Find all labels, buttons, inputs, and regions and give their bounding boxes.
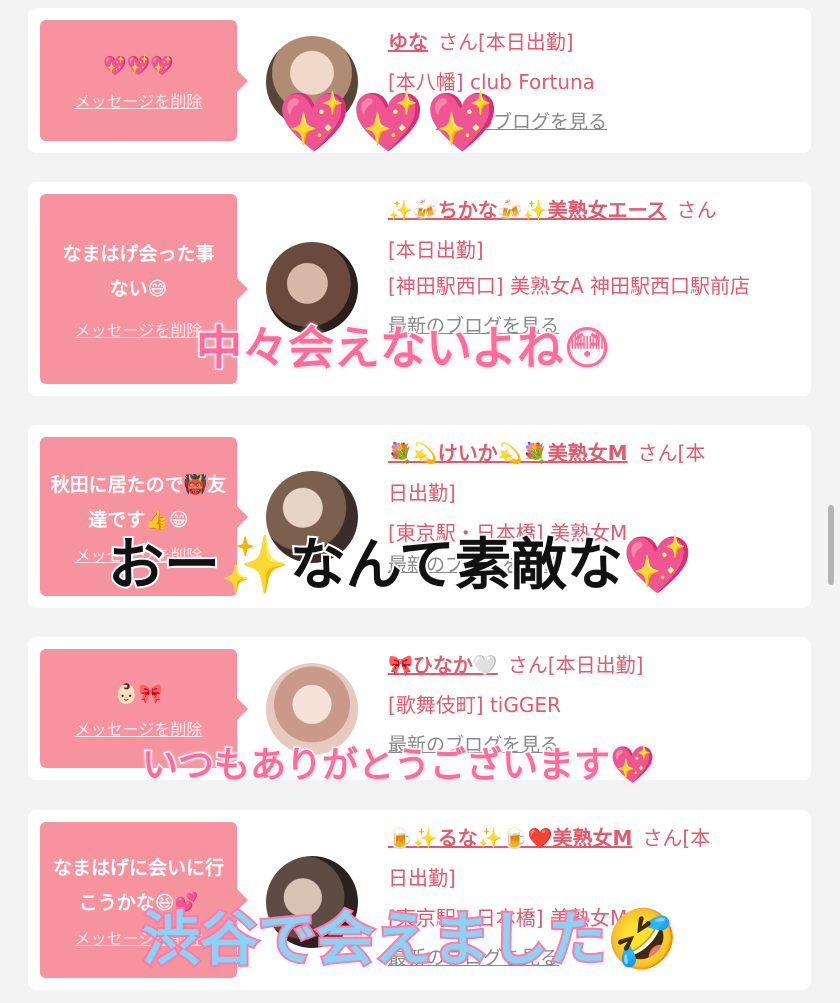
message-text: 👶🏻🎀 xyxy=(114,683,163,705)
cast-name-link[interactable]: ✨🍻ちかな🍻✨美熟女エース xyxy=(388,198,667,222)
caption-overlay: 中々会えないよね😳 xyxy=(194,320,612,377)
cast-name-link[interactable]: 💐💫けいか💫💐美熟女M xyxy=(388,441,628,465)
cast-status: さん[本 xyxy=(637,441,706,465)
message-text: 💖💖💖 xyxy=(103,55,174,77)
delete-message-link[interactable]: メッセージを削除 xyxy=(75,317,203,341)
message-bubble: 💖💖💖 メッセージを削除 xyxy=(40,20,248,141)
cast-shop: [神田駅西口] 美熟女A 神田駅西口駅前店 xyxy=(388,274,751,298)
cast-name-link[interactable]: 🎀ひなか🤍 xyxy=(388,653,498,677)
cast-status: さん xyxy=(676,198,717,222)
delete-message-link[interactable]: メッセージを削除 xyxy=(75,88,203,112)
cast-shop: [歌舞伎町] tiGGER xyxy=(388,693,561,717)
caption-overlay: いつもありがとうございます💖 xyxy=(141,744,657,788)
cast-status: さん[本日出勤] xyxy=(438,30,574,54)
cast-name-link[interactable]: 🍺✨るな✨🍺❤️美熟女M xyxy=(388,826,632,850)
caption-overlay: 渋谷で会えました🤣 xyxy=(140,903,680,975)
cast-status-line: [本日出勤] xyxy=(388,238,484,262)
cast-status: さん[本 xyxy=(642,826,711,850)
cast-status: さん[本日出勤] xyxy=(507,653,644,677)
scrollbar[interactable] xyxy=(828,505,834,585)
message-text: なまはげ会った事ない😅 xyxy=(62,243,215,300)
caption-overlay: おー✨なんて素敵な💖 xyxy=(106,531,695,600)
cast-name-link[interactable]: ゆな xyxy=(388,30,428,54)
cast-status-line: 日出勤] xyxy=(388,481,456,505)
hearts-sticker: 💖💖💖 xyxy=(278,88,501,156)
